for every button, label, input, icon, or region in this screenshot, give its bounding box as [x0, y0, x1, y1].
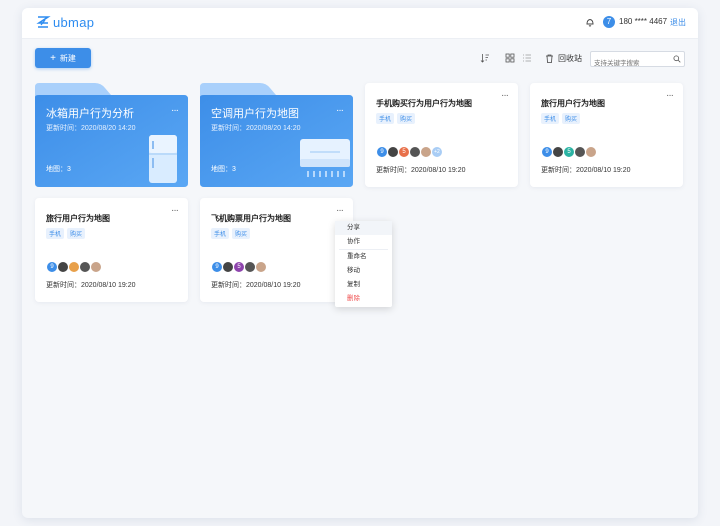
search-icon[interactable] [673, 55, 681, 63]
card-updated: 更新时间：2020/08/10 19:20 [211, 282, 301, 289]
more-icon[interactable]: ··· [171, 206, 179, 216]
recycle-bin-button[interactable]: 回收站 [545, 53, 582, 64]
menu-item-copy[interactable]: 复制 [335, 278, 392, 292]
folder-card[interactable]: 冰箱用户行为分析 更新时间：2020/08/20 14:20 地图：3 ··· [35, 83, 188, 187]
tag-list: 手机 购买 [46, 228, 86, 239]
folder-updated: 更新时间：2020/08/20 14:20 [211, 125, 301, 132]
search-box[interactable] [590, 51, 685, 71]
folder-title: 冰箱用户行为分析 [46, 108, 134, 120]
tag: 购买 [562, 113, 581, 124]
tag-list: 手机 购买 [541, 113, 581, 124]
avatar [90, 261, 102, 273]
map-card[interactable]: 旅行用户行为地图 ··· 手机 购买 9 更新时间：2020/08/10 19:… [35, 198, 188, 302]
air-conditioner-icon [300, 139, 350, 177]
logo[interactable]: ubmap [36, 15, 94, 30]
card-title: 手机购买行为用户行为地图 [376, 99, 472, 108]
logout-link[interactable]: 退出 [670, 17, 686, 28]
logo-icon [36, 16, 51, 28]
tag: 手机 [376, 113, 395, 124]
top-bar: ubmap 7 180 **** 4467 退出 [22, 8, 698, 39]
card-title: 旅行用户行为地图 [46, 214, 110, 223]
context-menu: 分享 协作 重命名 移动 复制 删除 [335, 221, 392, 307]
tag: 购买 [397, 113, 416, 124]
more-icon[interactable]: ··· [336, 206, 344, 216]
new-button-label: 新建 [59, 53, 76, 63]
tag: 手机 [541, 113, 560, 124]
app-window: ubmap 7 180 **** 4467 退出 + 新建 回收站 支持关键字搜… [22, 8, 698, 518]
avatar-more: +2 [431, 146, 443, 158]
tag: 购买 [232, 228, 251, 239]
card-title: 飞机购票用户行为地图 [211, 214, 291, 223]
more-icon[interactable]: ··· [171, 105, 179, 116]
grid-view-icon[interactable] [505, 53, 515, 63]
collaborator-avatars: 9 5 +2 [376, 146, 443, 158]
folder-map-count: 地图：3 [211, 166, 236, 173]
folder-updated: 更新时间：2020/08/20 14:20 [46, 125, 136, 132]
list-view-icon[interactable] [522, 53, 532, 63]
card-updated: 更新时间：2020/08/10 19:20 [376, 167, 466, 174]
folder-title: 空调用户行为地图 [211, 108, 299, 120]
plus-icon: + [50, 52, 56, 64]
recycle-bin-label: 回收站 [558, 54, 582, 63]
tag: 手机 [211, 228, 230, 239]
search-input[interactable] [591, 56, 669, 71]
tag-list: 手机 购买 [376, 113, 416, 124]
folder-map-count: 地图：3 [46, 166, 71, 173]
tag: 手机 [46, 228, 65, 239]
avatar [255, 261, 267, 273]
logo-text: ubmap [53, 15, 95, 30]
fridge-icon [149, 135, 177, 183]
bell-icon[interactable] [585, 17, 595, 27]
menu-item-share[interactable]: 分享 [335, 221, 392, 235]
collaborator-avatars: 9 5 [211, 261, 267, 273]
card-title: 旅行用户行为地图 [541, 99, 605, 108]
new-button[interactable]: + 新建 [35, 48, 91, 68]
map-card[interactable]: 手机购买行为用户行为地图 ··· 手机 购买 9 5 +2 更新时间：2020/… [365, 83, 518, 187]
card-updated: 更新时间：2020/08/10 19:20 [46, 282, 136, 289]
menu-item-delete[interactable]: 删除 [335, 292, 392, 306]
user-phone: 180 **** 4467 [619, 17, 668, 26]
menu-item-collaborate[interactable]: 协作 [335, 235, 392, 249]
map-card[interactable]: 飞机购票用户行为地图 ··· 手机 购买 9 5 更新时间：2020/08/10… [200, 198, 353, 302]
tag: 购买 [67, 228, 86, 239]
folder-card[interactable]: 空调用户行为地图 更新时间：2020/08/20 14:20 地图：3 ··· [200, 83, 353, 187]
trash-icon [546, 54, 553, 63]
more-icon[interactable]: ··· [336, 105, 344, 116]
avatar [585, 146, 597, 158]
avatar[interactable]: 7 [603, 16, 615, 28]
sort-icon[interactable] [480, 53, 490, 63]
menu-item-move[interactable]: 移动 [335, 264, 392, 278]
map-card[interactable]: 旅行用户行为地图 ··· 手机 购买 9 5 更新时间：2020/08/10 1… [530, 83, 683, 187]
collaborator-avatars: 9 5 [541, 146, 597, 158]
collaborator-avatars: 9 [46, 261, 102, 273]
menu-item-rename[interactable]: 重命名 [335, 250, 392, 264]
more-icon[interactable]: ··· [666, 91, 674, 101]
tag-list: 手机 购买 [211, 228, 251, 239]
card-updated: 更新时间：2020/08/10 19:20 [541, 167, 631, 174]
more-icon[interactable]: ··· [501, 91, 509, 101]
